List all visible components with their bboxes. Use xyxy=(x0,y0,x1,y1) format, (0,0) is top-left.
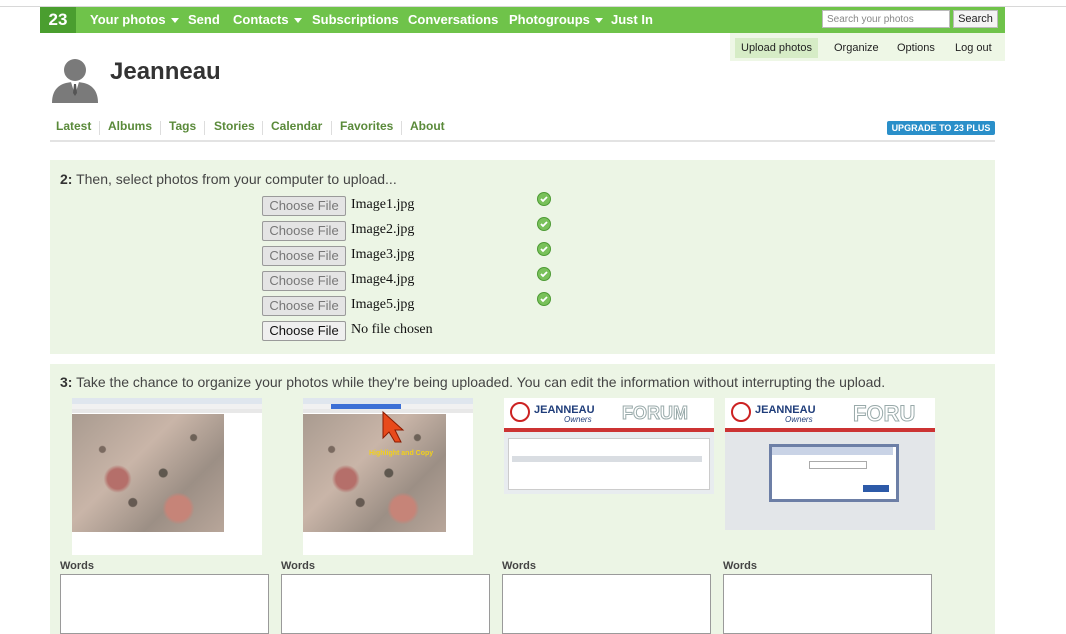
annotation-text: Highlight and Copy xyxy=(369,450,434,457)
choose-file-button[interactable]: Choose File xyxy=(262,271,346,291)
aerial-image xyxy=(303,414,446,532)
top-nav: 23 Your photos Send Contacts Subscriptio… xyxy=(40,7,1005,33)
photo-thumbnail[interactable]: Highlight and Copy xyxy=(303,398,473,555)
nav-label: Just In xyxy=(611,12,653,27)
tab-divider xyxy=(99,121,100,135)
nav-contacts[interactable]: Contacts xyxy=(233,7,302,33)
choose-file-button[interactable]: Choose File xyxy=(262,196,346,216)
nav-just-in[interactable]: Just In xyxy=(611,7,653,33)
step-number: 2: xyxy=(60,171,73,187)
words-label: Words xyxy=(502,560,537,572)
file-name: Image1.jpg xyxy=(351,197,415,212)
nav-send[interactable]: Send xyxy=(188,7,220,33)
tab-divider xyxy=(331,121,332,135)
file-name: No file chosen xyxy=(351,322,433,337)
nav-photogroups[interactable]: Photogroups xyxy=(509,7,603,33)
photo-thumbnail[interactable] xyxy=(72,398,262,555)
forum-nav xyxy=(504,428,714,432)
tab-about[interactable]: About xyxy=(410,119,445,133)
nav-conversations[interactable]: Conversations xyxy=(408,7,498,33)
nav-your-photos[interactable]: Your photos xyxy=(90,7,179,33)
upload-step-2: 2: Then, select photos from your compute… xyxy=(50,160,995,354)
check-icon xyxy=(537,242,551,256)
chevron-down-icon xyxy=(170,18,179,24)
chevron-down-icon xyxy=(293,18,302,24)
image-url-field xyxy=(809,461,867,469)
file-name: Image5.jpg xyxy=(351,297,415,312)
file-name: Image3.jpg xyxy=(351,247,415,262)
check-icon xyxy=(537,292,551,306)
log-out-link[interactable]: Log out xyxy=(949,38,998,58)
words-label: Words xyxy=(281,560,316,572)
upload-step-3: 3: Take the chance to organize your phot… xyxy=(50,364,995,634)
chevron-down-icon xyxy=(594,18,603,24)
tab-latest[interactable]: Latest xyxy=(56,119,91,133)
choose-file-button[interactable]: Choose File xyxy=(262,296,346,316)
forum-logo-icon xyxy=(510,402,530,422)
header-divider xyxy=(50,140,995,142)
tab-stories[interactable]: Stories xyxy=(214,119,255,133)
editor-toolbar xyxy=(512,456,702,462)
nav-label: Subscriptions xyxy=(312,12,399,27)
nav-label: Contacts xyxy=(233,12,289,27)
nav-label: Your photos xyxy=(90,12,166,27)
tab-divider xyxy=(401,121,402,135)
profile-name: Jeanneau xyxy=(110,58,221,85)
step-text: Take the chance to organize your photos … xyxy=(76,374,886,390)
tab-calendar[interactable]: Calendar xyxy=(271,119,322,133)
step-text: Then, select photos from your computer t… xyxy=(76,171,397,187)
arrow-icon xyxy=(382,410,405,443)
forum-banner-text: FORUM xyxy=(622,403,689,424)
words-input[interactable] xyxy=(723,574,932,634)
tab-divider xyxy=(204,121,205,135)
photo-thumbnail[interactable]: JEANNEAU Owners FORUM xyxy=(504,398,714,494)
forum-post-editor xyxy=(508,438,710,490)
tab-favorites[interactable]: Favorites xyxy=(340,119,393,133)
step-number: 3: xyxy=(60,374,73,390)
tab-divider xyxy=(160,121,161,135)
words-input[interactable] xyxy=(502,574,711,634)
nav-subscriptions[interactable]: Subscriptions xyxy=(312,7,399,33)
options-link[interactable]: Options xyxy=(891,38,941,58)
account-menu: Upload photos Organize Options Log out xyxy=(730,33,1005,61)
upgrade-button[interactable]: UPGRADE TO 23 PLUS xyxy=(887,121,995,135)
photo-thumbnail[interactable]: JEANNEAU Owners FORU xyxy=(725,398,935,530)
step-2-heading: 2: Then, select photos from your compute… xyxy=(60,171,397,187)
forum-banner-text: FORU xyxy=(852,401,916,427)
words-label: Words xyxy=(60,560,95,572)
insert-image-button xyxy=(863,485,889,492)
logo[interactable]: 23 xyxy=(40,7,76,33)
forum-nav xyxy=(725,428,935,432)
nav-label: Photogroups xyxy=(509,12,590,27)
choose-file-button[interactable]: Choose File xyxy=(262,321,346,341)
words-input[interactable] xyxy=(281,574,490,634)
check-icon xyxy=(537,217,551,231)
words-input[interactable] xyxy=(60,574,269,634)
check-icon xyxy=(537,267,551,281)
nav-label: Send xyxy=(188,12,220,27)
upload-photos-link[interactable]: Upload photos xyxy=(735,38,818,58)
check-icon xyxy=(537,192,551,206)
file-name: Image4.jpg xyxy=(351,272,415,287)
search-button[interactable]: Search xyxy=(953,10,998,28)
aerial-image xyxy=(72,414,224,532)
nav-label: Conversations xyxy=(408,12,499,27)
organize-link[interactable]: Organize xyxy=(828,38,885,58)
tab-albums[interactable]: Albums xyxy=(108,119,152,133)
choose-file-button[interactable]: Choose File xyxy=(262,246,346,266)
dialog-title-bar xyxy=(772,447,893,455)
tab-tags[interactable]: Tags xyxy=(169,119,196,133)
forum-sub: Owners xyxy=(785,415,813,424)
choose-file-button[interactable]: Choose File xyxy=(262,221,346,241)
search-input[interactable]: Search your photos xyxy=(822,10,950,28)
bookmarks-bar xyxy=(72,409,262,413)
forum-sub: Owners xyxy=(564,415,592,424)
step-3-heading: 3: Take the chance to organize your phot… xyxy=(60,374,885,390)
words-label: Words xyxy=(723,560,758,572)
file-name: Image2.jpg xyxy=(351,222,415,237)
avatar[interactable] xyxy=(50,55,100,103)
forum-logo-icon xyxy=(731,402,751,422)
tab-divider xyxy=(262,121,263,135)
